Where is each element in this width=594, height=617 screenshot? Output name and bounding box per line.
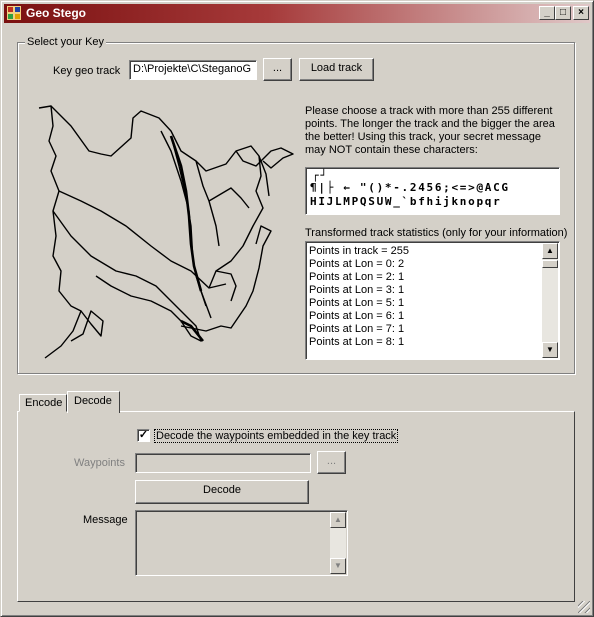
key-geo-track-label: Key geo track	[53, 65, 121, 77]
forbidden-chars-line: ¶|├ ← "()*-.2456;<=>@ACG	[310, 181, 510, 194]
browse-key-button[interactable]: ...	[263, 58, 292, 81]
tab-encode[interactable]: Encode	[19, 394, 67, 412]
resize-grip-icon[interactable]	[578, 601, 590, 613]
message-scroll-up-icon[interactable]: ▲	[330, 512, 346, 528]
list-item[interactable]: Points at Lon = 0: 2	[309, 258, 409, 271]
load-track-label: Load track	[310, 62, 363, 74]
list-item[interactable]: Points at Lon = 3: 1	[309, 284, 409, 297]
tab-decode[interactable]: Decode	[67, 391, 120, 413]
load-track-button[interactable]: Load track	[299, 58, 374, 81]
browse-waypoints-label: ...	[326, 455, 337, 467]
key-group-legend: Select your Key	[25, 36, 107, 48]
stats-label: Transformed track statistics (only for y…	[305, 227, 568, 239]
scroll-up-icon[interactable]: ▲	[542, 243, 558, 259]
waypoints-input[interactable]	[135, 453, 311, 473]
tab-encode-label: Encode	[25, 397, 63, 409]
info-line: the better! Using this track, your secre…	[305, 131, 541, 143]
message-textarea[interactable]	[135, 510, 348, 576]
list-item[interactable]: Points at Lon = 5: 1	[309, 297, 409, 310]
track-map	[38, 105, 294, 359]
stats-listbox[interactable]: Points in track = 255 Points at Lon = 0:…	[305, 241, 560, 360]
title-bar[interactable]: Geo Stego _ □ ×	[4, 4, 590, 23]
forbidden-chars-line: HIJLMPQSUW_`bfhijknopqr	[310, 195, 502, 208]
info-line: may NOT contain these characters:	[305, 144, 478, 156]
decode-waypoints-checkbox[interactable]: ✓	[137, 429, 150, 442]
browse-waypoints-button[interactable]: ...	[317, 451, 346, 474]
list-item[interactable]: Points at Lon = 6: 1	[309, 310, 409, 323]
decode-button-label: Decode	[203, 484, 241, 496]
decode-waypoints-label[interactable]: Decode the waypoints embedded in the key…	[154, 429, 399, 443]
scroll-down-icon[interactable]: ▼	[542, 342, 558, 358]
scroll-thumb[interactable]	[542, 260, 558, 268]
waypoints-label: Waypoints	[74, 457, 125, 469]
list-item[interactable]: Points in track = 255	[309, 245, 409, 258]
message-label: Message	[83, 514, 128, 526]
app-icon	[7, 6, 21, 20]
info-text: Please choose a track with more than 255…	[305, 105, 555, 157]
browse-key-label: ...	[272, 62, 283, 74]
minimize-button[interactable]: _	[539, 6, 555, 20]
info-line: Please choose a track with more than 255…	[305, 105, 553, 117]
window-title: Geo Stego	[26, 6, 87, 20]
list-item[interactable]: Points at Lon = 8: 1	[309, 336, 409, 349]
maximize-button[interactable]: □	[555, 6, 571, 20]
list-item[interactable]: Points at Lon = 2: 1	[309, 271, 409, 284]
key-path-input[interactable]: D:\Projekte\C\SteganoG	[129, 60, 257, 80]
main-window: Geo Stego _ □ × Select your Key Key geo …	[0, 0, 594, 617]
list-item[interactable]: Points at Lon = 7: 1	[309, 323, 409, 336]
message-scroll-down-icon[interactable]: ▼	[330, 558, 346, 574]
forbidden-characters-box: ┌┘ ¶|├ ← "()*-.2456;<=>@ACG HIJLMPQSUW_`…	[305, 167, 560, 215]
tab-decode-label: Decode	[74, 395, 112, 407]
info-line: points. The longer the track and the big…	[305, 118, 555, 130]
stats-scrollbar[interactable]: ▲ ▼	[542, 243, 558, 358]
decode-button[interactable]: Decode	[135, 480, 309, 504]
message-scrollbar[interactable]: ▲ ▼	[330, 512, 346, 574]
close-button[interactable]: ×	[573, 6, 589, 20]
